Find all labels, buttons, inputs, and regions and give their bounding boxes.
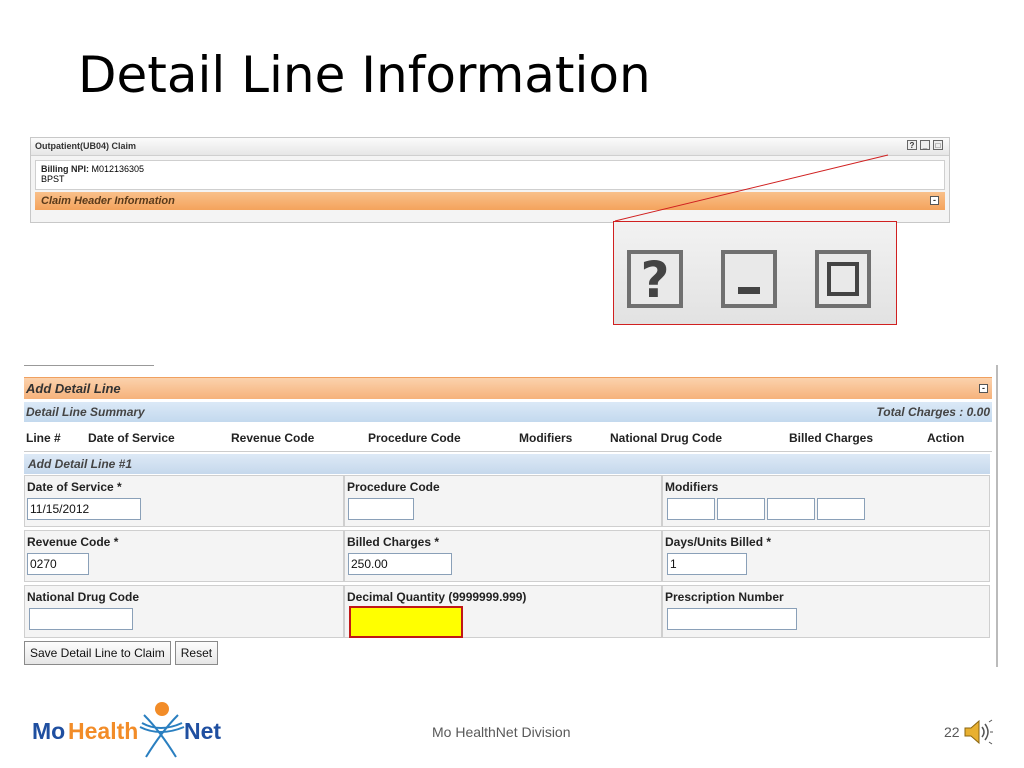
add-detail-line-1-bar: Add Detail Line #1 bbox=[24, 454, 990, 474]
detail-line-summary-bar: Detail Line Summary Total Charges : 0.00 bbox=[24, 402, 992, 422]
modifiers-label: Modifiers bbox=[665, 480, 719, 494]
minimize-icon-zoomed bbox=[721, 250, 777, 308]
billing-info: Billing NPI: M012136305 BPST bbox=[35, 160, 945, 190]
column-header: Action bbox=[927, 431, 965, 445]
mohealthnet-logo: Mo Health Net bbox=[32, 702, 221, 758]
revenue-code-cell: Revenue Code * 0270 bbox=[24, 530, 344, 582]
collapse-icon[interactable]: - bbox=[930, 196, 939, 205]
add-detail-line-title: Add Detail Line bbox=[26, 381, 121, 396]
reset-button[interactable]: Reset bbox=[174, 641, 219, 665]
revenue-code-input[interactable]: 0270 bbox=[27, 553, 89, 575]
summary-title: Detail Line Summary bbox=[26, 405, 145, 419]
procedure-code-input[interactable] bbox=[348, 498, 414, 520]
collapse-icon[interactable]: - bbox=[979, 384, 988, 393]
billed-charges-cell: Billed Charges * 250.00 bbox=[344, 530, 662, 582]
revenue-code-label: Revenue Code * bbox=[27, 535, 119, 549]
page-number: 22 bbox=[944, 724, 960, 740]
summary-column-headers: Line # Date of Service Revenue Code Proc… bbox=[24, 425, 992, 452]
claim-titlebar: Outpatient(UB04) Claim ? _ □ bbox=[31, 138, 949, 156]
modifier-input-1[interactable] bbox=[667, 498, 715, 520]
footer-division: Mo HealthNet Division bbox=[432, 724, 571, 740]
ndc-input[interactable] bbox=[29, 608, 133, 630]
days-units-input[interactable]: 1 bbox=[667, 553, 747, 575]
provider-name: BPST bbox=[41, 174, 65, 184]
svg-text:Mo: Mo bbox=[32, 718, 65, 744]
form-buttons: Save Detail Line to Claim Reset bbox=[24, 641, 219, 665]
decimal-quantity-input[interactable] bbox=[349, 606, 463, 638]
modifier-input-4[interactable] bbox=[817, 498, 865, 520]
decimal-quantity-cell: Decimal Quantity (9999999.999) bbox=[344, 585, 662, 638]
column-header: Modifiers bbox=[519, 431, 573, 445]
maximize-icon[interactable]: □ bbox=[933, 140, 943, 150]
modifier-input-3[interactable] bbox=[767, 498, 815, 520]
billed-charges-label: Billed Charges * bbox=[347, 535, 440, 549]
speaker-icon[interactable] bbox=[962, 716, 994, 748]
ndc-label: National Drug Code bbox=[27, 590, 140, 604]
procedure-code-cell: Procedure Code bbox=[344, 475, 662, 527]
svg-text:Health: Health bbox=[68, 718, 138, 744]
date-of-service-input[interactable]: 11/15/2012 bbox=[27, 498, 141, 520]
column-header: Billed Charges bbox=[789, 431, 874, 445]
add-line-title: Add Detail Line #1 bbox=[28, 457, 133, 471]
add-detail-line-section[interactable]: Add Detail Line - bbox=[24, 377, 992, 399]
modifier-input-2[interactable] bbox=[717, 498, 765, 520]
date-of-service-cell: Date of Service * 11/15/2012 bbox=[24, 475, 344, 527]
column-header: Procedure Code bbox=[368, 431, 461, 445]
procedure-code-label: Procedure Code bbox=[347, 480, 440, 494]
decimal-quantity-label: Decimal Quantity (9999999.999) bbox=[347, 590, 527, 604]
claim-header-title: Claim Header Information bbox=[41, 195, 175, 207]
prescription-number-label: Prescription Number bbox=[665, 590, 784, 604]
days-units-cell: Days/Units Billed * 1 bbox=[662, 530, 990, 582]
days-units-label: Days/Units Billed * bbox=[665, 535, 772, 549]
detail-line-form: Date of Service * 11/15/2012 Procedure C… bbox=[24, 475, 990, 638]
help-icon[interactable]: ? bbox=[907, 140, 917, 150]
ndc-cell: National Drug Code bbox=[24, 585, 344, 638]
detail-panel: Add Detail Line - Detail Line Summary To… bbox=[24, 365, 998, 667]
claim-title: Outpatient(UB04) Claim bbox=[35, 141, 137, 151]
maximize-icon-zoomed bbox=[815, 250, 871, 308]
total-charges: Total Charges : 0.00 bbox=[876, 405, 990, 419]
save-detail-line-button[interactable]: Save Detail Line to Claim bbox=[24, 641, 171, 665]
date-of-service-label: Date of Service * bbox=[27, 480, 122, 494]
modifiers-cell: Modifiers bbox=[662, 475, 990, 527]
svg-text:Net: Net bbox=[184, 718, 221, 744]
column-header: Date of Service bbox=[88, 431, 175, 445]
window-controls-zoom: ? bbox=[613, 221, 897, 325]
billed-charges-input[interactable]: 250.00 bbox=[348, 553, 452, 575]
window-controls: ? _ □ bbox=[907, 140, 943, 150]
column-header: Line # bbox=[26, 431, 61, 445]
billing-npi-value: M012136305 bbox=[91, 164, 145, 174]
minimize-icon[interactable]: _ bbox=[920, 140, 930, 150]
billing-npi-label: Billing NPI: bbox=[41, 164, 89, 174]
slide-title: Detail Line Information bbox=[78, 46, 651, 104]
prescription-number-input[interactable] bbox=[667, 608, 797, 630]
help-icon-zoomed: ? bbox=[627, 250, 683, 308]
prescription-number-cell: Prescription Number bbox=[662, 585, 990, 638]
divider bbox=[24, 365, 154, 366]
column-header: National Drug Code bbox=[610, 431, 723, 445]
claim-panel: Outpatient(UB04) Claim ? _ □ Billing NPI… bbox=[30, 137, 950, 223]
claim-header-section[interactable]: Claim Header Information - bbox=[35, 192, 945, 210]
column-header: Revenue Code bbox=[231, 431, 315, 445]
